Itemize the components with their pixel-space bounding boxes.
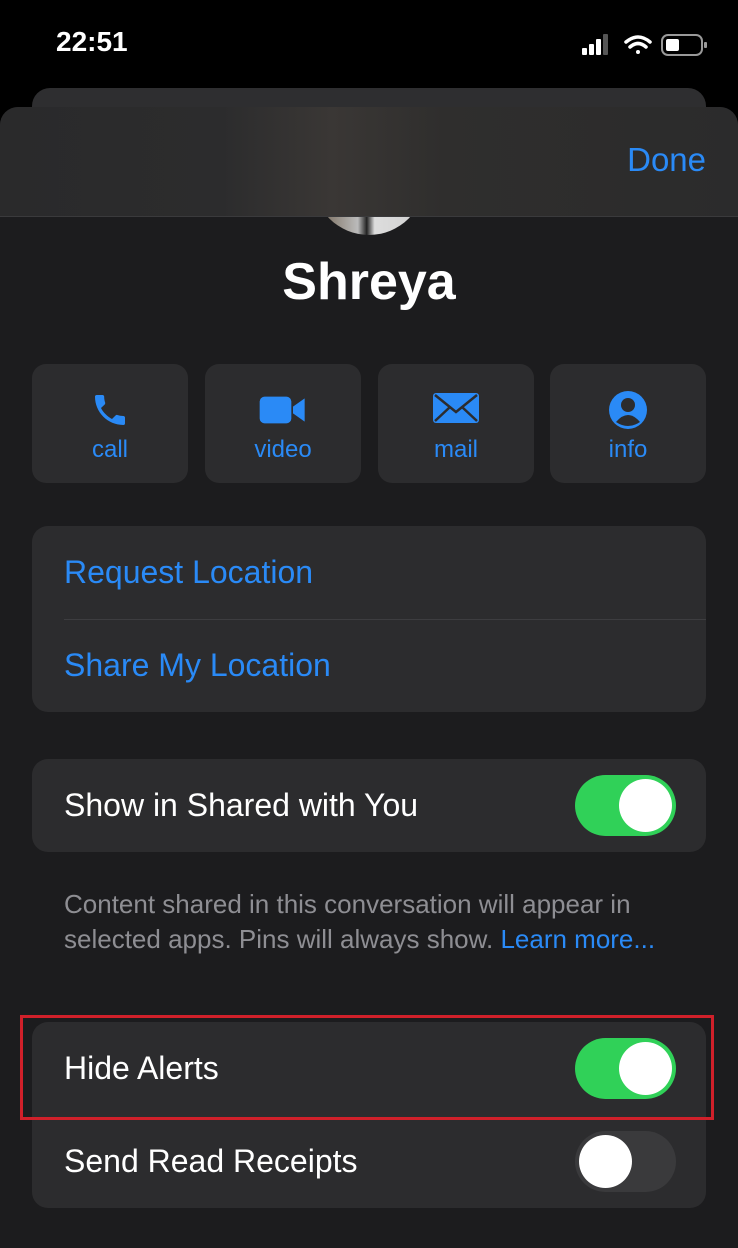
video-button[interactable]: video <box>205 364 361 483</box>
wifi-icon <box>624 35 652 54</box>
shared-footnote: Content shared in this conversation will… <box>64 887 664 957</box>
mail-label: mail <box>433 436 478 463</box>
call-label: call <box>91 436 128 463</box>
contact-name: Shreya <box>282 253 456 311</box>
video-camera-icon <box>259 396 305 424</box>
phone-icon <box>95 395 125 425</box>
shared-with-you-label: Show in Shared with You <box>64 787 419 823</box>
call-button[interactable]: call <box>32 364 188 483</box>
done-button[interactable]: Done <box>627 141 706 179</box>
toggle-knob <box>579 1135 632 1188</box>
status-time: 22:51 <box>56 26 128 57</box>
highlight-box <box>20 1015 714 1120</box>
location-card: Request Location Share My Location <box>32 526 706 712</box>
divider <box>64 619 706 620</box>
info-button[interactable]: info <box>550 364 706 483</box>
shared-with-you-toggle[interactable] <box>575 775 676 836</box>
read-receipts-label: Send Read Receipts <box>64 1143 358 1179</box>
sheet-header: Done <box>0 107 738 217</box>
shared-with-you-card: Show in Shared with You <box>32 759 706 852</box>
learn-more-link[interactable]: Learn more... <box>500 924 655 954</box>
mail-button[interactable]: mail <box>378 364 534 483</box>
shared-with-you-row: Show in Shared with You <box>32 759 706 852</box>
request-location-button[interactable]: Request Location <box>32 526 706 619</box>
share-location-label: Share My Location <box>64 647 331 683</box>
read-receipts-toggle[interactable] <box>575 1131 676 1192</box>
battery-icon <box>661 34 707 56</box>
cellular-signal-icon <box>582 34 608 55</box>
envelope-icon <box>433 393 479 423</box>
read-receipts-row: Send Read Receipts <box>32 1115 706 1208</box>
toggle-knob <box>619 779 672 832</box>
status-icons <box>582 34 707 56</box>
person-circle-icon <box>609 391 647 429</box>
share-location-button[interactable]: Share My Location <box>32 619 706 712</box>
video-label: video <box>254 436 312 463</box>
info-label: info <box>608 436 648 463</box>
